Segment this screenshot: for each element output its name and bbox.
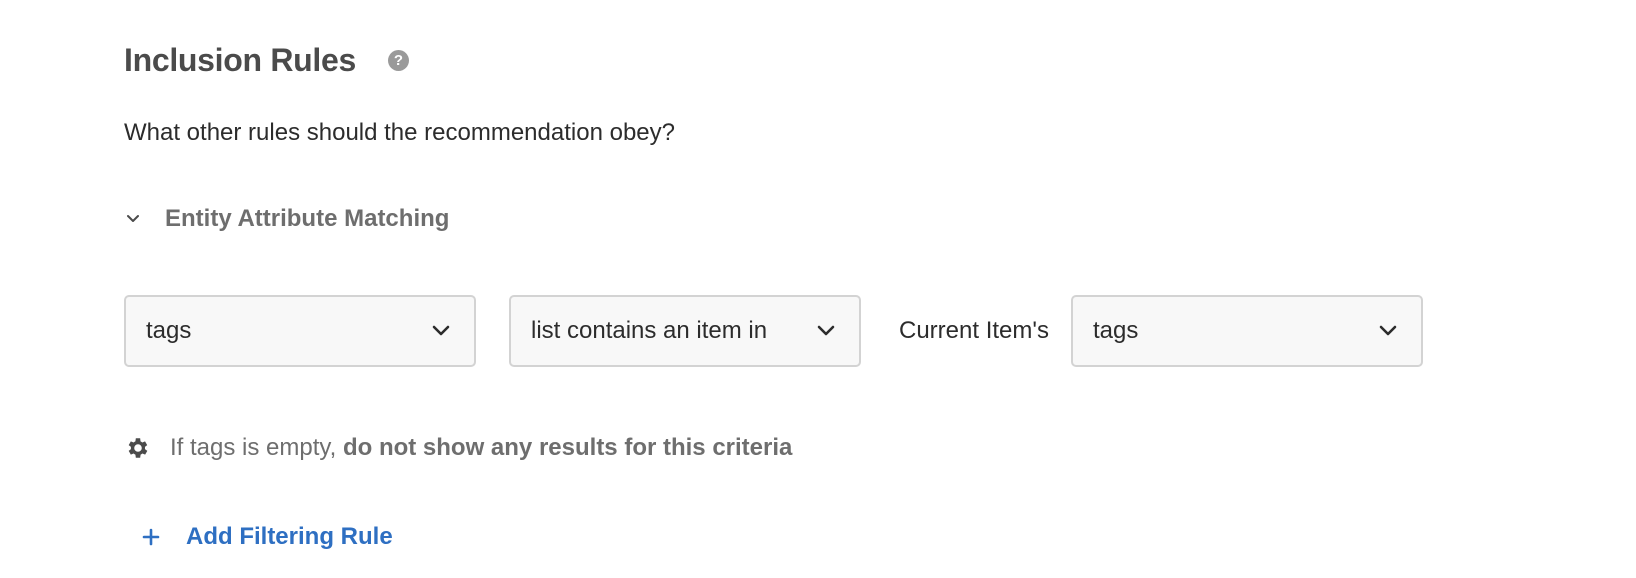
chevron-down-icon: [124, 210, 142, 228]
empty-behavior-text: If tags is empty, do not show any result…: [170, 434, 792, 462]
filter-rule-row: tags list contains an item in Current It…: [124, 295, 1423, 367]
attribute-dropdown[interactable]: tags: [124, 295, 476, 367]
empty-behavior-prefix: If tags is empty,: [170, 434, 337, 461]
heading-row: Inclusion Rules ?: [124, 42, 409, 79]
entity-attribute-matching-label: Entity Attribute Matching: [165, 205, 450, 232]
chevron-down-icon: [430, 320, 452, 342]
page-title: Inclusion Rules: [124, 42, 356, 78]
source-attribute-dropdown-value: tags: [1092, 317, 1139, 344]
source-label: Current Item's: [899, 317, 1049, 344]
add-filtering-rule-label: Add Filtering Rule: [186, 523, 393, 550]
empty-value-behavior: If tags is empty, do not show any result…: [124, 434, 792, 462]
plus-icon: [140, 526, 162, 548]
empty-behavior-action[interactable]: do not show any results for this criteri…: [343, 434, 792, 461]
source-attribute-dropdown[interactable]: tags: [1070, 295, 1423, 367]
inclusion-rules-panel: Inclusion Rules ? What other rules shoul…: [0, 0, 1636, 578]
chevron-down-icon: [815, 320, 837, 342]
attribute-dropdown-value: tags: [146, 317, 192, 344]
gear-icon[interactable]: [124, 434, 152, 462]
add-filtering-rule-button[interactable]: Add Filtering Rule: [140, 523, 393, 551]
section-description: What other rules should the recommendati…: [124, 119, 675, 146]
help-icon[interactable]: ?: [388, 50, 409, 71]
operator-dropdown-value: list contains an item in: [531, 317, 768, 344]
chevron-down-icon: [1377, 320, 1399, 342]
entity-attribute-matching-toggle[interactable]: Entity Attribute Matching: [124, 205, 449, 233]
operator-dropdown[interactable]: list contains an item in: [509, 295, 861, 367]
